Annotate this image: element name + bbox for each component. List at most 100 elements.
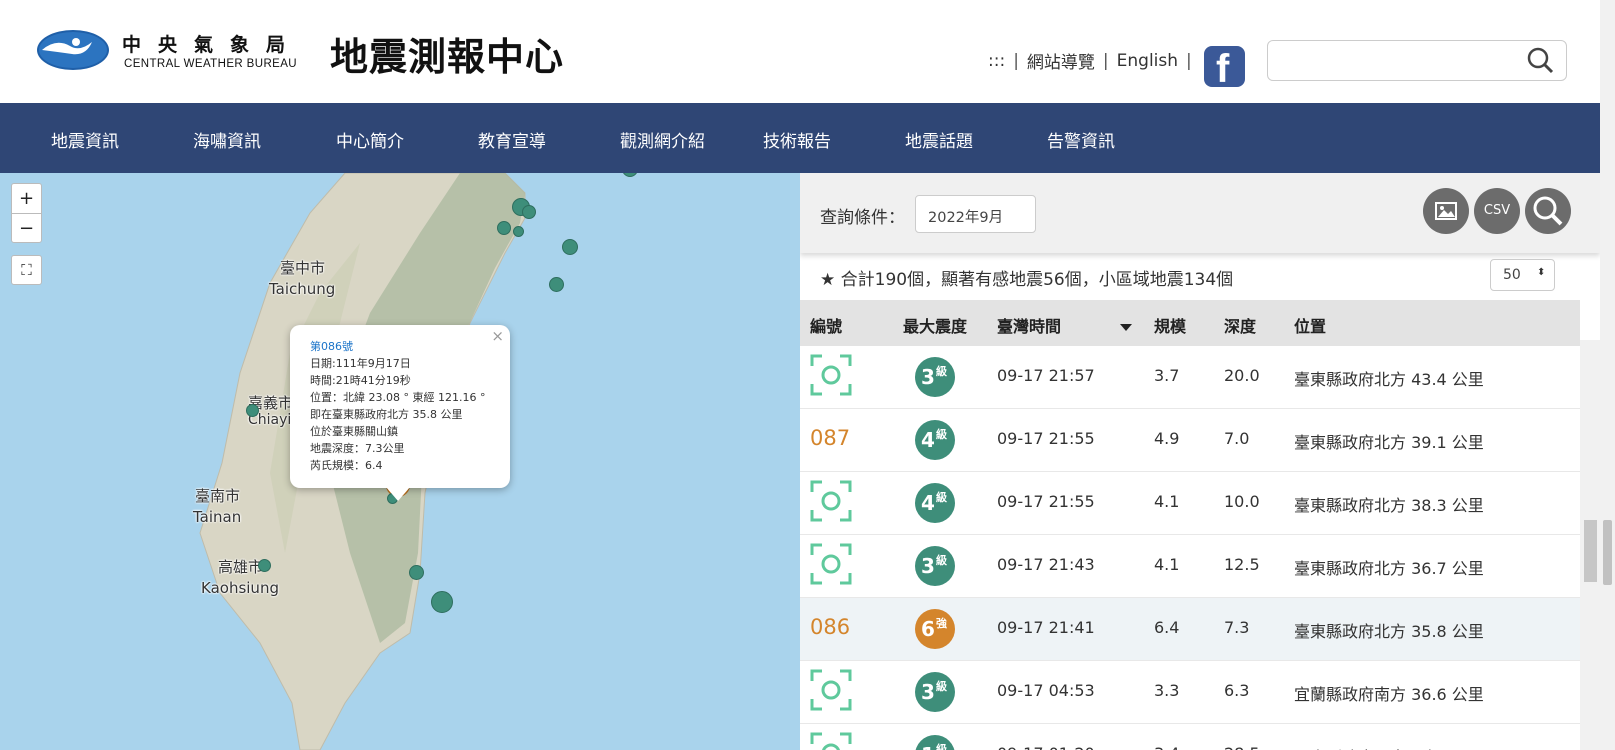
table-row[interactable]: 086 6 強 09-17 21:41 6.4 7.3 臺東縣政府北方 35.8 公里: [800, 598, 1580, 661]
star-icon: ★: [820, 270, 836, 290]
table-row[interactable]: 3 級 09-17 21:57 3.7 20.0 臺東縣政府北方 43.4 公里: [800, 346, 1580, 409]
csv-download-button[interactable]: CSV: [1474, 188, 1520, 234]
earthquake-marker[interactable]: [246, 404, 259, 417]
nav-tech-report[interactable]: 技術報告: [763, 127, 831, 152]
english-link[interactable]: English: [1117, 51, 1178, 71]
fullscreen-icon[interactable]: ⛶: [11, 255, 42, 285]
page-scrollbar[interactable]: [1600, 0, 1615, 750]
quake-magnitude: 3.4: [1154, 744, 1179, 750]
quake-depth: 6.3: [1224, 681, 1250, 700]
quake-time: 09-17 21:43: [997, 555, 1095, 574]
nav-network[interactable]: 觀測網介紹: [620, 127, 705, 152]
cwb-logo-icon[interactable]: [36, 28, 110, 72]
intensity-value: 3: [921, 365, 935, 389]
col-header-location[interactable]: 位置: [1294, 313, 1326, 337]
col-header-id[interactable]: 編號: [810, 313, 842, 337]
table-row[interactable]: 3 級 09-17 21:43 4.1 12.5 臺東縣政府北方 36.7 公里: [800, 535, 1580, 598]
quake-time: 09-17 01:20: [997, 744, 1095, 750]
small-quake-icon: [810, 543, 852, 585]
accesskey-link[interactable]: :::: [988, 51, 1005, 71]
table-row[interactable]: 087 4 級 09-17 21:55 4.9 7.0 臺東縣政府北方 39.1 公里: [800, 409, 1580, 472]
query-month-input[interactable]: 2022年9月: [915, 195, 1036, 233]
zoom-out-button[interactable]: −: [11, 213, 42, 243]
quake-depth: 28.5: [1224, 744, 1260, 750]
search-icon[interactable]: [1526, 46, 1554, 74]
intensity-badge: 4級: [915, 420, 955, 460]
nav-earthquake-info[interactable]: 地震資訊: [51, 127, 119, 152]
query-bar: 查詢條件： 2022年9月 CSV: [800, 173, 1600, 253]
search-input[interactable]: [1276, 47, 1516, 75]
quake-magnitude: 4.1: [1154, 555, 1180, 574]
search-icon: [1533, 196, 1563, 226]
city-label-en: Taichung: [269, 280, 336, 298]
separator: |: [1013, 50, 1019, 71]
table-header: 編號 最大震度 臺灣時間 規模 深度 位置: [800, 300, 1580, 346]
earthquake-marker[interactable]: [513, 226, 524, 237]
sitemap-link[interactable]: 網站導覽: [1027, 48, 1095, 73]
top-links: ::: | 網站導覽 | English |: [988, 48, 1200, 74]
quake-time: 09-17 21:55: [997, 492, 1095, 511]
popup-close-button[interactable]: ×: [491, 327, 504, 345]
intensity-unit: 級: [936, 491, 947, 504]
nav-alerts[interactable]: 告警資訊: [1047, 127, 1115, 152]
small-quake-icon: [810, 669, 852, 711]
popup-tip: [386, 487, 410, 501]
small-quake-icon: [810, 732, 852, 750]
search-query-button[interactable]: [1525, 188, 1571, 234]
image-icon: [1435, 202, 1457, 220]
list-scroll-thumb[interactable]: [1584, 520, 1597, 582]
intensity-badge: 3級: [915, 357, 955, 397]
nav-tsunami-info[interactable]: 海嘯資訊: [193, 127, 261, 152]
popup-magnitude: 芮氏規模：6.4: [310, 459, 383, 472]
earthquake-number-link[interactable]: 087: [810, 426, 850, 450]
quake-location: 臺東縣政府北方 38.3 公里: [1294, 496, 1484, 515]
earthquake-marker[interactable]: [431, 591, 453, 613]
earthquake-marker[interactable]: [562, 239, 578, 255]
quake-magnitude: 4.9: [1154, 429, 1180, 448]
image-download-button[interactable]: [1423, 188, 1469, 234]
separator: |: [1102, 50, 1109, 71]
earthquake-number-link[interactable]: 086: [810, 615, 850, 639]
nav-about[interactable]: 中心簡介: [336, 127, 404, 152]
separator: |: [1186, 50, 1192, 71]
intensity-badge: 1級: [915, 735, 955, 750]
quake-depth: 7.3: [1224, 618, 1250, 637]
intensity-value: 3: [921, 554, 935, 578]
query-label: 查詢條件：: [820, 208, 905, 228]
facebook-icon[interactable]: f: [1204, 46, 1245, 87]
small-quake-icon: [810, 480, 852, 522]
earthquake-marker[interactable]: [409, 565, 424, 580]
quake-location: 屏東縣政府西南西方 5.9 公里: [1294, 744, 1506, 750]
quake-time: 09-17 21:57: [997, 366, 1095, 385]
quake-location: 宜蘭縣政府南方 36.6 公里: [1294, 685, 1484, 704]
earthquake-marker[interactable]: [258, 559, 271, 572]
table-row[interactable]: 1級 09-17 01:20 3.4 28.5 屏東縣政府西南西方 5.9 公里: [800, 724, 1580, 750]
nav-education[interactable]: 教育宣導: [478, 127, 546, 152]
earthquake-marker[interactable]: [549, 277, 564, 292]
col-header-magnitude[interactable]: 規模: [1154, 313, 1186, 337]
intensity-value: 3: [921, 680, 935, 704]
intensity-badge: 4級: [915, 483, 955, 523]
quake-magnitude: 4.1: [1154, 492, 1180, 511]
bureau-name-en: CENTRAL WEATHER BUREAU: [124, 58, 298, 70]
intensity-badge: 3級: [915, 672, 955, 712]
site-header: 中央氣象局 CENTRAL WEATHER BUREAU 地震測報中心 ::: …: [0, 0, 1600, 103]
quake-magnitude: 6.4: [1154, 618, 1180, 637]
table-row[interactable]: 3 級 09-17 04:53 3.3 6.3 宜蘭縣政府南方 36.6 公里: [800, 661, 1580, 724]
col-header-intensity[interactable]: 最大震度: [903, 313, 967, 337]
col-header-depth[interactable]: 深度: [1224, 313, 1256, 337]
page-scroll-thumb[interactable]: [1603, 520, 1612, 585]
intensity-unit: 強: [936, 617, 947, 630]
nav-topics[interactable]: 地震話題: [905, 127, 973, 152]
site-title[interactable]: 地震測報中心: [330, 26, 564, 81]
quake-magnitude: 3.7: [1154, 366, 1180, 385]
popup-title[interactable]: 第086號: [310, 338, 353, 354]
table-row[interactable]: 4 級 09-17 21:55 4.1 10.0 臺東縣政府北方 38.3 公里: [800, 472, 1580, 535]
city-label-cn: 高雄市: [218, 558, 264, 576]
bureau-name-cn: 中央氣象局: [122, 34, 303, 56]
col-header-time[interactable]: 臺灣時間: [997, 313, 1061, 337]
earthquake-marker[interactable]: [497, 221, 511, 235]
earthquake-marker[interactable]: [522, 205, 536, 219]
city-label-cn: 臺南市: [195, 487, 241, 505]
zoom-in-button[interactable]: +: [11, 183, 42, 213]
